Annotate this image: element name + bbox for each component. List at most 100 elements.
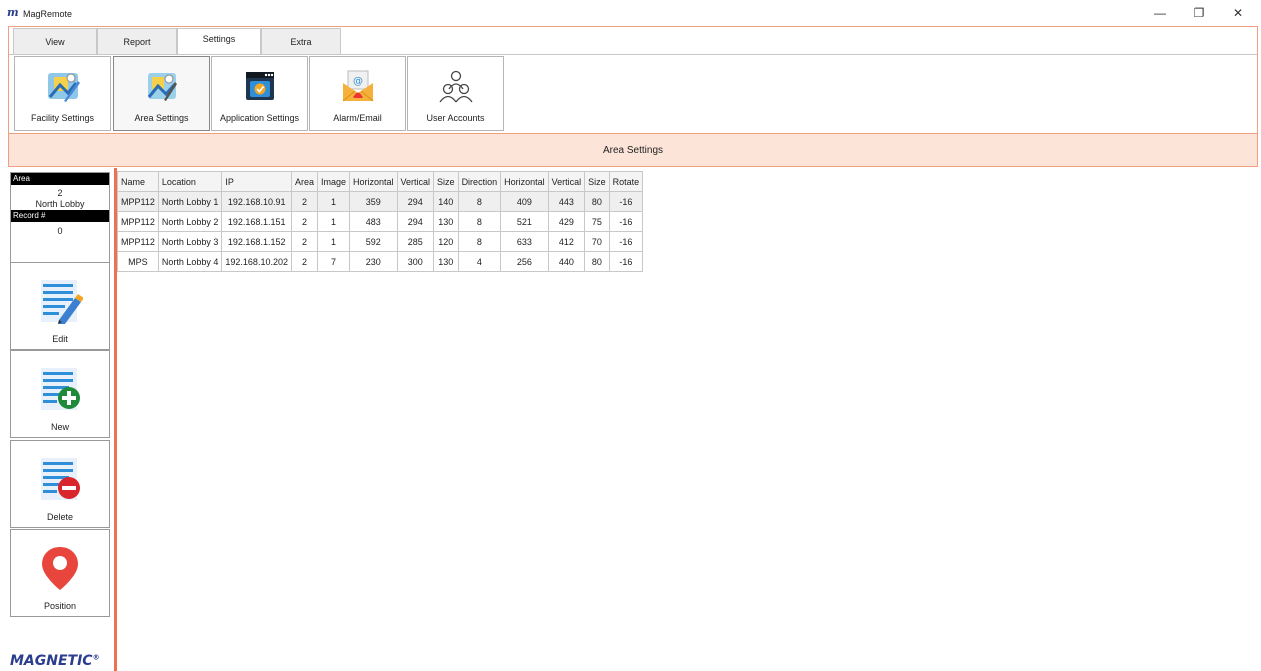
cell-vertical-2[interactable]: 429 [547, 211, 586, 232]
col-area[interactable]: Area [290, 171, 318, 192]
cell-size-2[interactable]: 80 [584, 251, 610, 272]
col-horizontal-2[interactable]: Horizontal [500, 171, 549, 192]
cell-image[interactable]: 1 [316, 231, 351, 252]
cell-location[interactable]: North Lobby 2 [157, 211, 223, 232]
facility-settings-button[interactable]: Facility Settings [14, 56, 111, 131]
cell-name[interactable]: MPP112 [117, 211, 159, 232]
cell-vertical[interactable]: 294 [396, 191, 435, 212]
col-vertical-2[interactable]: Vertical [547, 171, 586, 192]
position-pin-icon [36, 544, 84, 592]
cell-image[interactable]: 1 [316, 191, 351, 212]
cell-ip[interactable]: 192.168.10.202 [221, 251, 292, 272]
cell-location[interactable]: North Lobby 1 [157, 191, 223, 212]
cell-vertical-2[interactable]: 440 [547, 251, 586, 272]
application-settings-button[interactable]: Application Settings [211, 56, 308, 131]
tab-settings[interactable]: Settings [177, 28, 261, 55]
record-label: Record # [11, 210, 109, 222]
area-settings-button[interactable]: Area Settings [113, 56, 210, 131]
col-horizontal[interactable]: Horizontal [349, 171, 398, 192]
col-direction[interactable]: Direction [457, 171, 502, 192]
cell-area[interactable]: 2 [290, 231, 318, 252]
restore-button[interactable]: ❐ [1179, 0, 1219, 26]
table-row[interactable]: MPP112 North Lobby 2 192.168.1.151 2 1 4… [117, 211, 644, 232]
cell-vertical[interactable]: 300 [396, 251, 435, 272]
cell-rotate[interactable]: -16 [608, 211, 644, 232]
cell-rotate[interactable]: -16 [608, 191, 644, 212]
cell-rotate[interactable]: -16 [608, 231, 644, 252]
cell-ip[interactable]: 192.168.1.152 [221, 231, 292, 252]
table-row[interactable]: MPP112 North Lobby 3 192.168.1.152 2 1 5… [117, 231, 644, 252]
cell-direction[interactable]: 8 [457, 211, 502, 232]
cell-area[interactable]: 2 [290, 211, 318, 232]
cell-size[interactable]: 130 [433, 211, 459, 232]
cell-size[interactable]: 140 [433, 191, 459, 212]
cell-image[interactable]: 1 [316, 211, 351, 232]
table-row[interactable]: MPS North Lobby 4 192.168.10.202 2 7 230… [117, 251, 644, 272]
cell-size[interactable]: 130 [433, 251, 459, 272]
cell-location[interactable]: North Lobby 3 [157, 231, 223, 252]
table-row[interactable]: MPP112 North Lobby 1 192.168.10.91 2 1 3… [117, 191, 644, 212]
col-image[interactable]: Image [316, 171, 351, 192]
cell-horizontal[interactable]: 230 [349, 251, 398, 272]
cell-horizontal[interactable]: 483 [349, 211, 398, 232]
area-settings-icon [142, 66, 182, 106]
application-settings-label: Application Settings [219, 113, 300, 123]
tab-view[interactable]: View [13, 28, 97, 54]
delete-button[interactable]: Delete [10, 440, 110, 528]
cell-area[interactable]: 2 [290, 251, 318, 272]
table-header-row: Name Location IP Area Image Horizontal V… [117, 171, 644, 192]
col-rotate[interactable]: Rotate [608, 171, 644, 192]
new-button[interactable]: New [10, 350, 110, 438]
cell-direction[interactable]: 4 [457, 251, 502, 272]
cell-image[interactable]: 7 [316, 251, 351, 272]
cell-rotate[interactable]: -16 [608, 251, 644, 272]
user-accounts-button[interactable]: User Accounts [407, 56, 504, 131]
cell-horizontal-2[interactable]: 633 [500, 231, 549, 252]
edit-button[interactable]: Edit [10, 262, 110, 350]
cell-name[interactable]: MPP112 [117, 231, 159, 252]
cell-direction[interactable]: 8 [457, 191, 502, 212]
svg-text:@: @ [353, 76, 363, 87]
cell-horizontal[interactable]: 359 [349, 191, 398, 212]
area-name: North Lobby [35, 199, 85, 209]
cell-size-2[interactable]: 75 [584, 211, 610, 232]
settings-toolbar: Facility Settings Area Settings Applicat… [9, 54, 1257, 133]
col-vertical[interactable]: Vertical [396, 171, 435, 192]
cell-ip[interactable]: 192.168.10.91 [221, 191, 292, 212]
title-bar: m MagRemote — ❐ ✕ [0, 0, 1261, 26]
cell-direction[interactable]: 8 [457, 231, 502, 252]
user-accounts-icon [436, 66, 476, 106]
cell-size-2[interactable]: 70 [584, 231, 610, 252]
cell-name[interactable]: MPP112 [117, 191, 159, 212]
position-button[interactable]: Position [10, 529, 110, 617]
minimize-button[interactable]: — [1140, 0, 1180, 26]
cell-area[interactable]: 2 [290, 191, 318, 212]
tab-extra[interactable]: Extra [261, 28, 341, 54]
col-ip[interactable]: IP [221, 171, 292, 192]
col-location[interactable]: Location [157, 171, 223, 192]
cell-ip[interactable]: 192.168.1.151 [221, 211, 292, 232]
cell-vertical-2[interactable]: 412 [547, 231, 586, 252]
cell-vertical[interactable]: 294 [396, 211, 435, 232]
cell-vertical-2[interactable]: 443 [547, 191, 586, 212]
cell-horizontal-2[interactable]: 256 [500, 251, 549, 272]
area-value: 2 [57, 188, 63, 198]
alarm-email-button[interactable]: @ Alarm/Email [309, 56, 406, 131]
col-name[interactable]: Name [117, 171, 159, 192]
cell-name[interactable]: MPS [117, 251, 159, 272]
tab-report[interactable]: Report [97, 28, 177, 54]
cell-size-2[interactable]: 80 [584, 191, 610, 212]
col-size[interactable]: Size [433, 171, 459, 192]
new-label: New [50, 422, 69, 432]
cell-size[interactable]: 120 [433, 231, 459, 252]
cell-vertical[interactable]: 285 [396, 231, 435, 252]
brand-text: MAGNETIC [10, 653, 93, 669]
cell-horizontal-2[interactable]: 409 [500, 191, 549, 212]
cell-horizontal[interactable]: 592 [349, 231, 398, 252]
col-size-2[interactable]: Size [584, 171, 610, 192]
application-settings-icon [240, 66, 280, 106]
alarm-email-label: Alarm/Email [333, 113, 382, 123]
close-button[interactable]: ✕ [1218, 0, 1258, 26]
cell-horizontal-2[interactable]: 521 [500, 211, 549, 232]
cell-location[interactable]: North Lobby 4 [157, 251, 223, 272]
